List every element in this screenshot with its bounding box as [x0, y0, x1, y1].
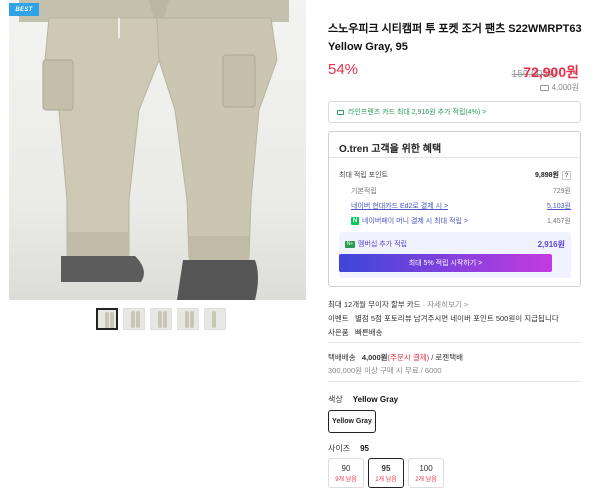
max-points-label: 최대 적립 포인트 — [339, 172, 388, 179]
shipping-fee: 4,000원 — [539, 82, 579, 93]
event-row: 이벤트 별점 5점 포토리뷰 남겨주시면 네이버 포인트 500원이 지급됩니다 — [328, 313, 559, 324]
jogger-pants-illustration — [19, 0, 289, 300]
membership-text: 멤버십 추가 적립 — [358, 241, 407, 248]
event-label: 이벤트 — [328, 314, 349, 323]
product-image[interactable]: BEST — [9, 0, 306, 300]
shipping-label: 택배배송 — [328, 353, 356, 362]
thumbnail[interactable] — [150, 308, 172, 330]
membership-label: N+ 멤버십 추가 적립 — [345, 239, 407, 249]
best-badge: BEST — [9, 3, 39, 16]
size-option-100[interactable]: 100 2개 남음 — [408, 458, 444, 488]
color-option-button[interactable]: Yellow Gray — [328, 410, 376, 433]
discount-rate: 54% — [328, 61, 359, 78]
card-icon — [337, 109, 344, 115]
membership-value: 2,916원 — [537, 240, 565, 249]
divider — [328, 381, 581, 382]
shipping-fee-value: 4,000원 — [551, 83, 579, 92]
size-label-text: 사이즈 — [328, 444, 351, 453]
size-stock: 1개 남음 — [375, 477, 397, 483]
membership-box: N+ 멤버십 추가 적립 2,916원 최대 5% 적립 시작하기 > — [339, 232, 571, 278]
truck-icon — [539, 84, 549, 91]
membership-start-button[interactable]: 최대 5% 적립 시작하기 > — [339, 254, 552, 272]
naverpay-link[interactable]: 네이버페이 머니 결제 시 최대 적립 > — [362, 216, 468, 226]
benefit-box: O.tren 고객을 위한 혜택 최대 적립 포인트 9,898원? 기본적립 … — [328, 131, 581, 287]
shipping-fee-amount: 4,000원 — [361, 353, 388, 362]
installment-label: 최대 12개월 무이자 할부 카드 — [328, 300, 421, 309]
thumbnail-strip — [96, 308, 226, 330]
shipping-carrier: / 로젠택배 — [429, 353, 463, 362]
membership-icon: N+ — [345, 240, 355, 248]
selected-size: 95 — [360, 444, 369, 453]
benefit-heading: O.tren 고객을 위한 혜택 — [329, 132, 580, 158]
naverpay-icon: N — [351, 217, 359, 225]
color-label: 색상 Yellow Gray — [328, 394, 398, 405]
installment-detail-text[interactable]: 자세히보기 — [427, 300, 462, 309]
size-stock: 2개 남음 — [415, 477, 437, 483]
installment-row: 최대 12개월 무이자 할부 카드 · 자세히보기 > — [328, 299, 468, 310]
divider — [328, 342, 581, 343]
naverpay-row[interactable]: N 네이버페이 머니 결제 시 최대 적립 > 1,457원 — [351, 216, 571, 226]
basic-points-label: 기본적립 — [351, 188, 377, 195]
gift-label: 사은품 — [328, 328, 349, 337]
thumbnail[interactable] — [177, 308, 199, 330]
basic-points-row: 기본적립 729원 — [351, 186, 571, 196]
sale-price: 72,900원 — [523, 64, 579, 80]
gift-row: 사은품 빠른배송 — [328, 327, 383, 338]
max-points-amount: 9,898원 — [535, 172, 559, 179]
free-shipping-row: 300,000원 이상 구매 시 무료 / 6000 — [328, 366, 442, 375]
basic-points-value: 729원 — [552, 188, 571, 195]
size-option-95[interactable]: 95 1개 남음 — [368, 458, 404, 488]
size-label: 사이즈 95 — [328, 443, 369, 454]
size-option-90[interactable]: 90 9개 남음 — [328, 458, 364, 488]
installment-detail-link[interactable]: · 자세히보기 > — [423, 300, 469, 309]
hyundai-card-row[interactable]: 네이버 현대카드 Ed2로 결제 시 > 5,103원 — [351, 201, 571, 211]
shipping-note: (주문시 결제) — [387, 353, 430, 362]
thumbnail[interactable] — [204, 308, 226, 330]
max-points-row: 최대 적립 포인트 9,898원? — [339, 170, 571, 180]
max-points-value: 9,898원? — [535, 170, 571, 180]
naverpay-value: 1,457원 — [547, 218, 571, 225]
help-icon[interactable]: ? — [562, 171, 571, 180]
event-text: 별점 5점 포토리뷰 남겨주시면 네이버 포인트 500원이 지급됩니다 — [354, 314, 559, 323]
size-stock: 9개 남음 — [335, 477, 357, 483]
shipping-row: 택배배송 4,000원(주문시 결제) / 로젠택배 — [328, 352, 463, 363]
thumbnail[interactable] — [123, 308, 145, 330]
size-options: 90 9개 남음 95 1개 남음 100 2개 남음 — [328, 458, 444, 488]
gift-text: 빠른배송 — [354, 328, 383, 337]
hyundai-card-value: 5,103원 — [547, 203, 571, 210]
size-number: 95 — [381, 464, 391, 473]
hyundai-card-link[interactable]: 네이버 현대카드 Ed2로 결제 시 > — [351, 201, 448, 211]
card-benefit-text: 라인프렌즈 카드 최대 2,916원 추가 적립(4%) > — [348, 109, 487, 116]
color-label-text: 색상 — [328, 395, 343, 404]
size-number: 90 — [341, 464, 351, 473]
size-number: 100 — [419, 464, 433, 473]
thumbnail[interactable] — [96, 308, 118, 330]
card-benefit-banner[interactable]: 라인프렌즈 카드 최대 2,916원 추가 적립(4%) > — [328, 101, 581, 123]
product-title: 스노우피크 시티캠퍼 투 포켓 조거 팬츠 S22WMRPT63 Yellow … — [328, 23, 582, 53]
selected-color: Yellow Gray — [352, 395, 399, 404]
